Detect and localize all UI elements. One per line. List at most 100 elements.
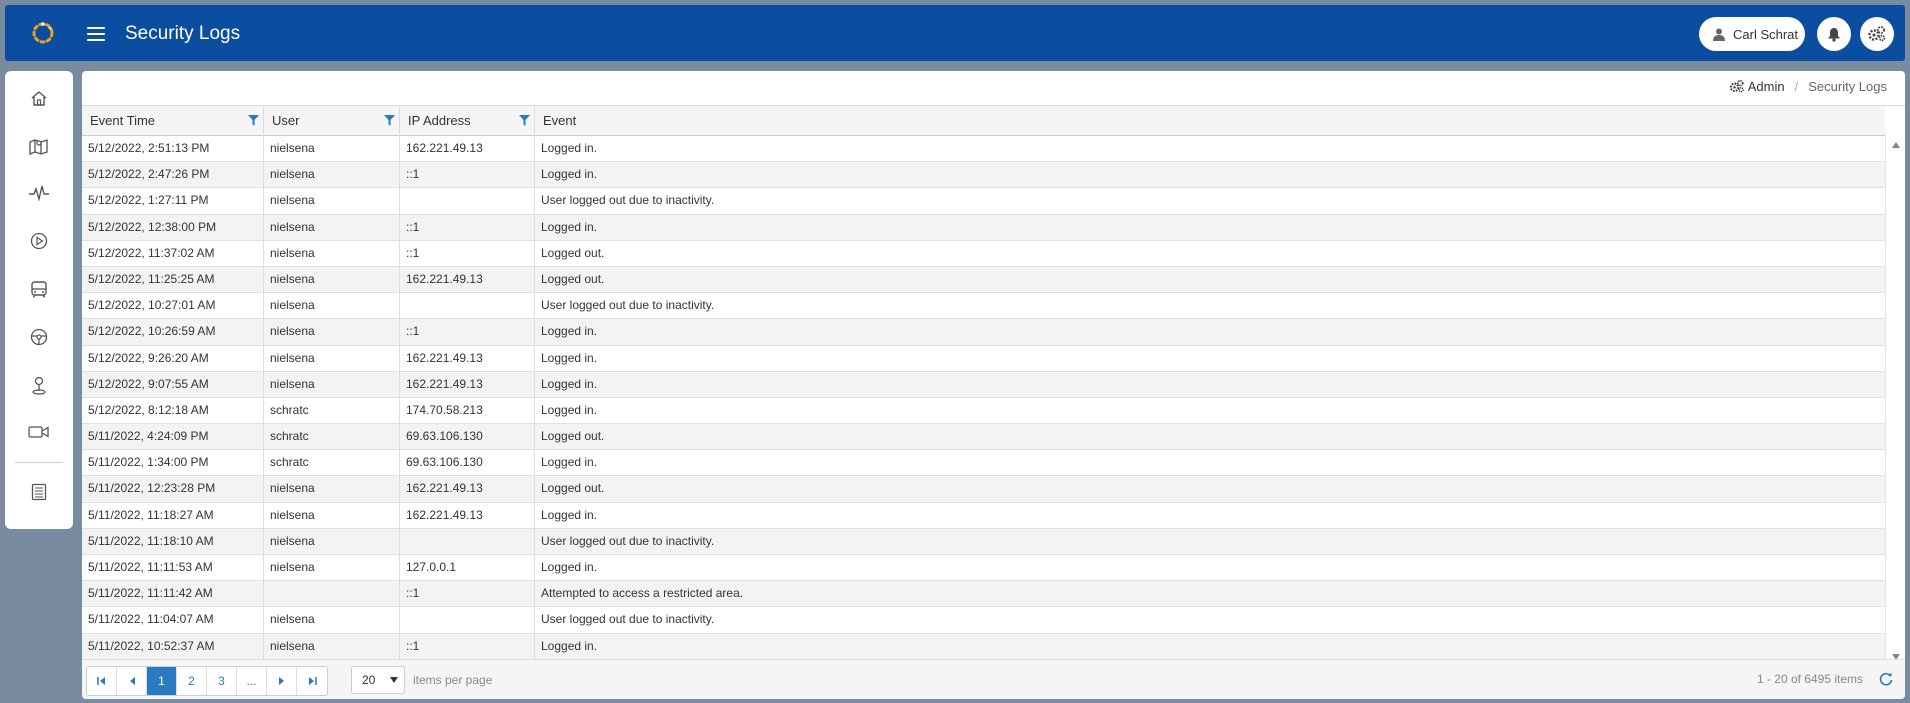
column-header-label: Event Time [90,113,156,128]
table-row[interactable]: 5/11/2022, 11:04:07 AM nielsena User logge… [82,607,1885,634]
cell-event: User logged out due to inactivity. [541,193,715,208]
cell-event-time: 5/11/2022, 1:34:00 PM [82,450,264,476]
filter-icon[interactable] [384,115,395,126]
cell-user: nielsena [264,502,400,528]
table-row[interactable]: 5/12/2022, 9:07:55 AM nielsena 162.221.49.… [82,371,1885,398]
sidebar-item-playback[interactable] [5,221,73,261]
user-menu-button[interactable]: Carl Schrat [1699,17,1805,51]
menu-toggle-button[interactable] [87,27,105,41]
location-pin-icon [32,376,46,395]
column-header-event-time[interactable]: Event Time [82,106,264,136]
cell-ip-address [400,607,535,633]
table-row[interactable]: 5/12/2022, 2:51:13 PM nielsena 162.221.49.… [82,136,1885,163]
refresh-icon[interactable] [1879,672,1893,686]
cell-event: Logged out. [541,271,605,286]
table-row[interactable]: 5/12/2022, 12:38:00 PM nielsena::1 Logged … [82,214,1885,241]
breadcrumb-separator: / [1794,79,1799,94]
next-page-icon [278,677,284,685]
main-panel: Admin / Security Logs Event Time User IP… [82,71,1905,699]
logo-icon[interactable] [29,19,57,47]
cell-event: Logged out. [541,429,605,444]
cell-ip-address: 69.63.106.130 [400,424,535,450]
sidebar-divider [15,462,63,463]
settings-button[interactable] [1860,17,1894,51]
cell-event: User logged out due to inactivity. [541,298,715,313]
column-header-user[interactable]: User [264,106,400,136]
table-row[interactable]: 5/12/2022, 2:47:26 PM nielsena::1 Logged i… [82,162,1885,189]
pager-buttons: 1 2 3 ... [86,666,328,696]
column-header-label: Event [543,113,577,128]
sidebar-item-reports[interactable] [5,472,73,512]
column-header-label: IP Address [408,113,471,128]
page-button-more[interactable]: ... [237,667,267,695]
next-page-button[interactable] [267,667,297,695]
sidebar-item-home[interactable] [5,78,73,118]
cell-ip-address: 162.221.49.13 [400,345,535,371]
cell-event-time: 5/11/2022, 11:18:10 AM [82,528,264,554]
notifications-button[interactable] [1817,17,1851,51]
table-row[interactable]: 5/12/2022, 9:26:20 AM nielsena 162.221.49.… [82,345,1885,372]
table-row[interactable]: 5/11/2022, 10:52:37 AM nielsena::1 Logged … [82,633,1885,660]
previous-page-button[interactable] [117,667,147,695]
cell-ip-address [400,293,535,319]
cell-event: User logged out due to inactivity. [541,533,715,548]
cell-user: nielsena [264,214,400,240]
table-row[interactable]: 5/11/2022, 11:18:10 AM nielsena User logge… [82,528,1885,555]
previous-page-icon [129,677,135,685]
column-header-event[interactable]: Event [535,106,1885,136]
table-row[interactable]: 5/12/2022, 11:25:25 AM nielsena 162.221.49… [82,266,1885,294]
first-page-icon [97,677,105,685]
sidebar-item-vehicles[interactable] [5,269,73,309]
table-row[interactable]: 5/12/2022, 11:37:02 AM nielsena::1 Logged … [82,240,1885,267]
grid-header: Event Time User IP Address Event [82,106,1885,136]
sidebar-item-locations[interactable] [5,365,73,405]
sidebar-item-map[interactable] [5,126,73,166]
cell-event: Logged in. [541,638,598,653]
column-header-label: User [272,113,300,128]
cell-ip-address: 162.221.49.13 [400,476,535,502]
page-button-1[interactable]: 1 [147,667,177,695]
table-row[interactable]: 5/11/2022, 11:11:42 AM::1 Attempted to ac… [82,581,1885,608]
cell-user: nielsena [264,607,400,633]
cell-user: nielsena [264,528,400,554]
cell-event-time: 5/12/2022, 2:51:13 PM [82,136,264,162]
sidebar-item-video[interactable] [5,412,73,452]
cell-ip-address: 127.0.0.1 [400,555,535,581]
breadcrumb-admin-link[interactable]: Admin [1729,79,1785,94]
cell-ip-address: ::1 [400,633,535,659]
table-row[interactable]: 5/11/2022, 11:18:27 AM nielsena 162.221.49… [82,502,1885,529]
cell-event: Logged in. [541,455,598,470]
cell-ip-address: ::1 [400,581,535,607]
cell-event-time: 5/12/2022, 9:07:55 AM [82,371,264,397]
bus-icon [31,280,47,297]
table-row[interactable]: 5/11/2022, 12:23:28 PM nielsena 162.221.49… [82,476,1885,503]
column-header-ip-address[interactable]: IP Address [400,106,535,136]
cell-user: schratc [264,450,400,476]
page-button-2[interactable]: 2 [177,667,207,695]
table-row[interactable]: 5/12/2022, 10:27:01 AM nielsena User logge… [82,293,1885,320]
bell-icon [1828,27,1840,42]
table-row[interactable]: 5/12/2022, 10:26:59 AM nielsena::1 Logged … [82,319,1885,346]
sidebar-item-drivers[interactable] [5,317,73,357]
cell-event: User logged out due to inactivity. [541,612,715,627]
cell-ip-address: 162.221.49.13 [400,502,535,528]
grid-scrollbar[interactable] [1885,136,1905,666]
table-row[interactable]: 5/12/2022, 1:27:11 PM nielsena User logged… [82,188,1885,215]
filter-icon[interactable] [519,115,530,126]
last-page-button[interactable] [297,667,327,695]
scroll-up-arrow-icon[interactable] [1892,142,1900,148]
table-row[interactable]: 5/11/2022, 11:11:53 AM nielsena 127.0.0.1 L… [82,555,1885,582]
first-page-button[interactable] [87,667,117,695]
page-size-select[interactable]: 20 [351,666,405,694]
map-icon [29,139,48,155]
table-row[interactable]: 5/11/2022, 1:34:00 PM schratc 69.63.106.13… [82,450,1885,477]
table-row[interactable]: 5/12/2022, 8:12:18 AM schratc 174.70.58.21… [82,397,1885,425]
page-button-3[interactable]: 3 [207,667,237,695]
breadcrumb: Admin / Security Logs [1729,79,1887,94]
activity-icon [29,185,49,201]
cell-user: nielsena [264,476,400,502]
cell-event: Logged out. [541,245,605,260]
sidebar-item-activity[interactable] [5,173,73,213]
table-row[interactable]: 5/11/2022, 4:24:09 PM schratc 69.63.106.13… [82,424,1885,451]
filter-icon[interactable] [248,115,259,126]
